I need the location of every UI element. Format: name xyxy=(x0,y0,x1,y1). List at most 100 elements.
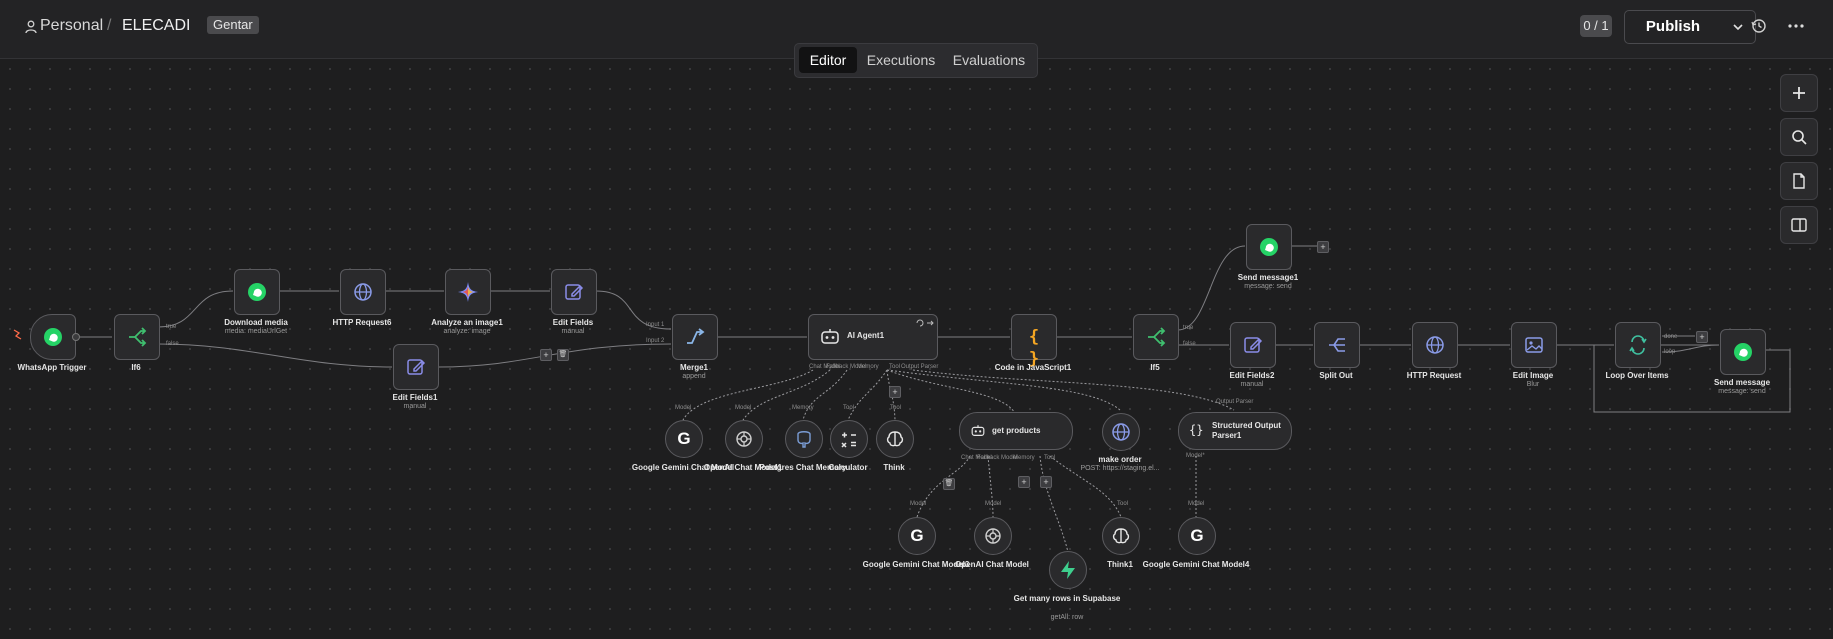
node-edit-image[interactable] xyxy=(1511,322,1557,368)
node-send-message[interactable] xyxy=(1720,329,1766,375)
node-label: Code in JavaScript1 xyxy=(994,363,1072,372)
node-subtitle: manual xyxy=(403,403,427,410)
delete-connection-button[interactable]: 🗑 xyxy=(557,349,569,361)
merge-icon xyxy=(687,328,705,344)
node-label: Think xyxy=(883,463,905,472)
workflow-tag[interactable]: Gentar xyxy=(207,16,259,34)
node-loop-over-items[interactable] xyxy=(1615,322,1661,368)
node-http-request6[interactable] xyxy=(340,269,386,315)
node-think[interactable] xyxy=(876,420,914,458)
output-label-true: true xyxy=(166,324,177,330)
node-http-request[interactable] xyxy=(1412,322,1458,368)
node-calculator[interactable] xyxy=(830,420,868,458)
node-structured-output-parser1[interactable]: {} Structured Output Parser1 xyxy=(1178,412,1292,450)
plus-icon xyxy=(1793,87,1805,99)
tab-executions[interactable]: Executions xyxy=(861,47,941,73)
node-send-message1[interactable] xyxy=(1246,224,1292,270)
node-label: Merge1 xyxy=(679,363,708,372)
branch-icon xyxy=(129,327,147,347)
tab-evaluations[interactable]: Evaluations xyxy=(945,47,1033,73)
output-port[interactable] xyxy=(72,333,80,341)
tab-editor[interactable]: Editor xyxy=(799,47,857,73)
output-label-false: false xyxy=(1183,341,1196,347)
add-node-button[interactable] xyxy=(1780,74,1818,112)
node-if6[interactable] xyxy=(114,314,160,360)
node-get-many-rows-supabase[interactable] xyxy=(1049,551,1087,589)
add-node-on-connection-button[interactable]: + xyxy=(540,349,552,361)
sub-port-label: Tool xyxy=(1117,501,1129,507)
node-if5[interactable] xyxy=(1133,314,1179,360)
google-icon: G xyxy=(910,526,924,545)
edit-pencil-icon xyxy=(407,359,426,375)
view-tabs: Editor Executions Evaluations xyxy=(794,43,1038,78)
robot-icon xyxy=(971,425,985,436)
globe-icon xyxy=(1112,423,1130,441)
sub-port-label: Model xyxy=(1188,501,1205,507)
node-edit-fields1[interactable] xyxy=(393,344,439,390)
node-subtitle: append xyxy=(682,373,706,380)
node-code-in-javascript1[interactable]: { } xyxy=(1011,314,1057,369)
workflow-name[interactable]: ELECADI xyxy=(122,17,190,35)
node-subtitle: message: send xyxy=(1244,283,1292,290)
node-merge1[interactable] xyxy=(672,314,718,360)
add-tool-button[interactable]: + xyxy=(1040,476,1052,488)
panel-icon xyxy=(1791,218,1807,232)
edit-pencil-icon xyxy=(565,284,584,300)
delete-connection-button[interactable]: 🗑 xyxy=(943,478,955,490)
json-braces-icon: {} xyxy=(1189,423,1204,437)
sub-port-label: Tool xyxy=(843,405,855,411)
breadcrumb-separator: / xyxy=(107,17,112,34)
node-think1[interactable] xyxy=(1102,517,1140,555)
sticky-note-button[interactable] xyxy=(1780,162,1818,200)
node-get-products[interactable]: get products xyxy=(959,412,1073,450)
sticky-note-icon xyxy=(1793,173,1805,189)
gemini-sparkle-icon xyxy=(458,282,478,302)
more-icon[interactable] xyxy=(1786,16,1806,36)
node-openai-chat-model1[interactable] xyxy=(725,420,763,458)
add-next-node-button[interactable]: + xyxy=(1696,331,1708,343)
workflow-canvas[interactable]: WhatsApp Trigger If6 true false Download… xyxy=(0,59,1833,639)
publish-button[interactable]: Publish xyxy=(1624,10,1722,44)
add-tool-button[interactable]: + xyxy=(889,386,901,398)
node-edit-fields2[interactable] xyxy=(1230,322,1276,368)
history-icon[interactable] xyxy=(1749,16,1769,36)
node-subtitle: message: send xyxy=(1718,388,1766,395)
node-openai-chat-model[interactable] xyxy=(974,517,1012,555)
sub-port-label: Tool xyxy=(1044,455,1056,461)
search-nodes-button[interactable] xyxy=(1780,118,1818,156)
project-breadcrumb[interactable]: Personal xyxy=(40,17,103,35)
node-label: HTTP Request6 xyxy=(332,318,392,327)
output-label-loop: loop xyxy=(1664,349,1676,355)
sub-port-label: Model xyxy=(985,501,1002,507)
node-label: Google Gemini Chat Model4 xyxy=(1142,560,1250,569)
globe-icon xyxy=(1426,336,1444,354)
add-next-node-button[interactable]: + xyxy=(1317,241,1329,253)
node-subtitle: media: mediaUrlGet xyxy=(224,328,288,335)
arrow-right-icon[interactable] xyxy=(926,319,934,327)
node-label: Send message1 xyxy=(1237,273,1299,282)
postgres-elephant-icon xyxy=(797,431,811,448)
toggle-panel-button[interactable] xyxy=(1780,206,1818,244)
node-google-gemini-chat-model4[interactable]: G xyxy=(1178,517,1216,555)
refresh-icon[interactable] xyxy=(916,319,924,327)
node-download-media[interactable] xyxy=(234,269,280,315)
node-postgres-chat-memory[interactable] xyxy=(785,420,823,458)
sub-port-label: Output Parser xyxy=(1216,399,1254,405)
add-memory-button[interactable]: + xyxy=(1018,476,1030,488)
node-make-order[interactable] xyxy=(1102,413,1140,451)
loop-icon xyxy=(1629,335,1647,355)
input-label-1: Input 1 xyxy=(646,322,665,328)
node-analyze-image1[interactable] xyxy=(445,269,491,315)
node-ai-agent1[interactable]: AI Agent1 xyxy=(808,314,938,360)
robot-icon xyxy=(821,329,839,344)
node-subtitle: manual xyxy=(561,328,585,335)
code-braces-icon: { } xyxy=(1028,327,1040,369)
node-google-gemini-chat-model[interactable]: G xyxy=(665,420,703,458)
node-split-out[interactable] xyxy=(1314,322,1360,368)
sub-port-label: Model xyxy=(735,405,752,411)
whatsapp-icon xyxy=(1734,343,1752,361)
node-google-gemini-chat-model3[interactable]: G xyxy=(898,517,936,555)
node-subtitle: getAll: row xyxy=(1050,614,1084,621)
node-whatsapp-trigger[interactable] xyxy=(30,314,76,360)
node-edit-fields[interactable] xyxy=(551,269,597,315)
